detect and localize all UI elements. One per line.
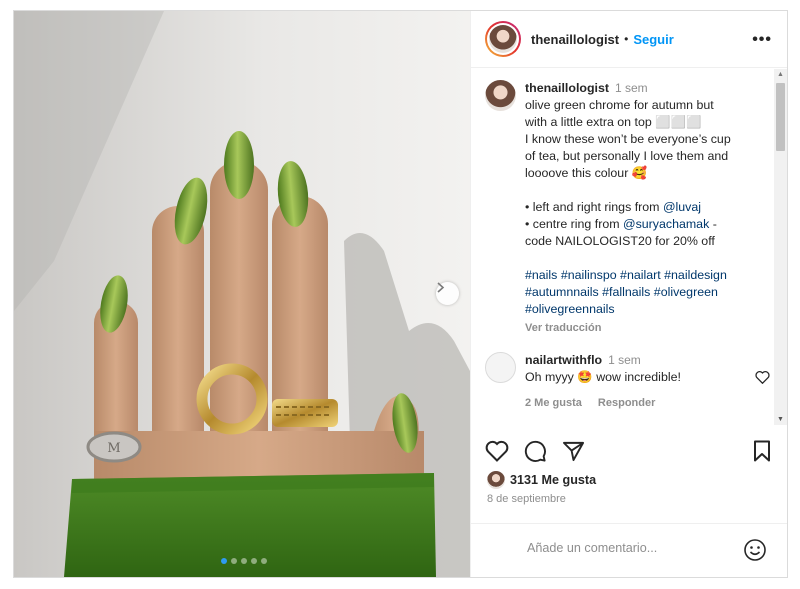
post-header: thenaillologist • Seguir ••• [471,11,787,68]
separator-dot: • [624,32,629,46]
liker-avatar [487,471,505,489]
scroll-thumb[interactable] [776,83,785,151]
carousel-dot [231,558,237,564]
reply-button[interactable]: Responder [598,397,655,409]
smiley-icon[interactable] [743,538,767,562]
post-date: 8 de septiembre [487,493,566,505]
caption-line: I know these won’t be everyone’s cup [525,132,731,146]
scroll-up-arrow-icon[interactable]: ▲ [777,71,784,78]
post-side-panel: thenaillologist • Seguir ••• thenaillolo… [470,11,787,577]
more-options-icon[interactable]: ••• [752,31,772,49]
caption-avatar[interactable] [485,80,516,111]
author-avatar[interactable] [485,21,521,57]
next-slide-button[interactable] [436,282,459,305]
caption-line: with a little extra on top ⬜⬜⬜ [525,115,702,129]
comment-time[interactable]: 1 sem [608,353,641,367]
comment-icon[interactable] [524,440,547,463]
carousel-indicator [221,558,267,564]
carousel-dot [251,558,257,564]
likes-summary[interactable]: 3131 Me gusta [487,471,596,489]
caption-rings-left-right: • left and right rings from [525,200,663,214]
mention-link-suryachamak[interactable]: @suryachamak [623,217,709,231]
comment-heart-icon[interactable] [755,370,770,384]
comments-scrollbar[interactable]: ▲ ▼ [774,69,787,425]
follow-button[interactable]: Seguir [633,32,673,47]
comment-input[interactable] [527,541,727,555]
hand-with-green-nails-image: M [14,11,470,577]
likes-count[interactable]: 3131 Me gusta [510,473,596,487]
comment-likes-link[interactable]: 2 Me gusta [525,397,582,409]
caption-line: loooove this colour [525,166,632,180]
action-bar [471,436,787,472]
mention-link-luvaj[interactable]: @luvaj [663,200,701,214]
comments-scroll-area[interactable]: thenaillologist 1 sem olive green chrome … [471,69,787,425]
caption-rings-centre: • centre ring from [525,217,623,231]
author-username[interactable]: thenaillologist [531,32,619,47]
scroll-down-arrow-icon[interactable]: ▼ [777,416,784,423]
carousel-dot [241,558,247,564]
caption-dash: - [709,217,717,231]
caption-discount-code: code NAILOLOGIST20 for 20% off [525,234,715,248]
smiling-hearts-emoji: 🥰 [631,166,648,180]
carousel-dot [221,558,227,564]
commenter-avatar[interactable] [485,352,516,383]
comment-item: nailartwithflo 1 sem Oh myyy 🤩 wow incred… [485,352,770,412]
heart-icon[interactable] [485,440,509,462]
caption-line: olive green chrome for autumn but [525,98,714,112]
chevron-right-icon [437,282,445,293]
instagram-post: M thenaillologist • Seguir ••• thenaillo… [13,10,788,578]
hashtags[interactable]: #nails #nailinspo #nailart #naildesign [525,267,731,284]
caption-username[interactable]: thenaillologist [525,81,609,95]
post-caption: thenaillologist 1 sem olive green chrome … [485,80,768,337]
comment-text: wow incredible! [592,370,681,384]
post-photo[interactable]: M [14,11,470,577]
caption-line: of tea, but personally I love them and [525,149,729,163]
hashtags[interactable]: #olivegreennails [525,301,731,318]
carousel-dot [261,558,267,564]
comment-text: Oh myyy [525,370,578,384]
add-comment-bar [471,523,787,577]
caption-time[interactable]: 1 sem [615,81,648,95]
star-struck-emoji: 🤩 [577,370,593,384]
svg-text:M: M [107,441,120,456]
commenter-username[interactable]: nailartwithflo [525,353,602,367]
see-translation-link[interactable]: Ver traducción [525,320,731,337]
hashtags[interactable]: #autumnnails #fallnails #olivegreen [525,284,731,301]
share-icon[interactable] [562,440,585,462]
bookmark-icon[interactable] [753,440,771,462]
